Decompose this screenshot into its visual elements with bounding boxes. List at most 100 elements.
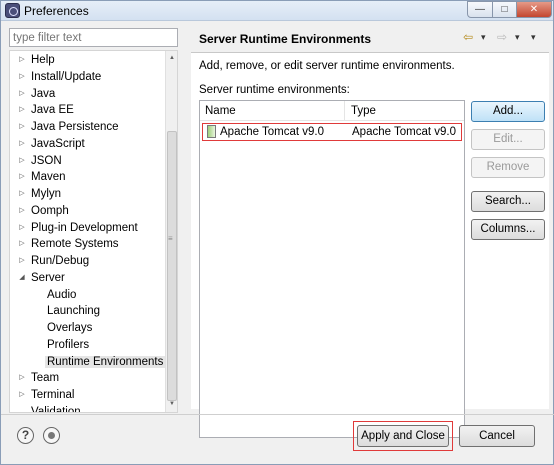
table-row[interactable]: Apache Tomcat v9.0 Apache Tomcat v9.0 — [202, 123, 462, 141]
panel-header: Server Runtime Environments ⇦ ▾ ⇨ ▾ ▾ — [191, 24, 549, 51]
scroll-up-arrow-icon[interactable]: ▲ — [168, 53, 176, 63]
tree-item-label: Launching — [47, 305, 101, 318]
back-menu-icon[interactable]: ▾ — [481, 32, 486, 48]
tree-item[interactable]: ▷ JavaScript — [19, 136, 85, 152]
tree-item-label: Audio — [47, 288, 77, 301]
tree-item-label: Java EE — [31, 104, 74, 117]
tree-item[interactable]: Runtime Environments — [45, 354, 166, 370]
tree-item[interactable]: ▷ Install/Update — [19, 69, 102, 85]
tree-item-label: Plug-in Development — [31, 221, 138, 234]
maximize-button[interactable]: □ — [492, 1, 517, 18]
apply-and-close-button[interactable]: Apply and Close — [357, 425, 449, 447]
tree-item-label: Java Persistence — [31, 121, 119, 133]
tree-item-label: Maven — [31, 171, 66, 184]
expand-arrow-icon[interactable]: ▷ — [18, 370, 26, 386]
tree-item[interactable]: ▷ Plug-in Development — [19, 220, 138, 236]
expand-arrow-icon[interactable]: ▷ — [18, 236, 26, 252]
title-bar: Preferences — □ ✕ — [1, 1, 553, 21]
expand-arrow-icon[interactable]: ▷ — [18, 220, 26, 236]
expand-arrow-icon[interactable]: ▷ — [18, 186, 26, 202]
runtime-jar-icon — [207, 125, 216, 138]
scrollbar-thumb[interactable] — [167, 131, 177, 401]
footer-divider — [1, 414, 554, 415]
tree-item-label: Team — [31, 372, 60, 385]
search-button[interactable]: Search... — [471, 191, 545, 212]
expand-arrow-icon[interactable]: ▷ — [18, 169, 26, 185]
view-menu-icon[interactable]: ▾ — [531, 32, 536, 48]
scrollbar-grip-icon: ≡ — [168, 234, 173, 243]
add-button[interactable]: Add... — [471, 101, 545, 122]
edit-button[interactable]: Edit... — [471, 129, 545, 150]
expand-arrow-icon[interactable]: ▷ — [18, 102, 26, 118]
preferences-tree: Validation ▷ Terminal ▷ Team Runtime Environm… — [9, 50, 178, 413]
tree-item-label: Remote Systems — [31, 238, 119, 251]
expand-arrow-icon[interactable]: ▷ — [18, 86, 26, 102]
tree-item-label: Install/Update — [31, 70, 102, 83]
back-arrow-icon[interactable]: ⇦ — [463, 30, 473, 46]
collapse-arrow-icon[interactable]: ◢ — [18, 270, 26, 286]
tree-item[interactable]: ▷ Mylyn — [19, 186, 62, 202]
tree-item[interactable]: ▷ Help — [19, 52, 55, 68]
filter-input[interactable] — [9, 28, 178, 47]
tree-item[interactable]: ▷ JSON — [19, 153, 61, 169]
tree-item[interactable]: ▷ Oomph — [19, 203, 69, 219]
tree-item[interactable]: ▷ Team — [19, 370, 60, 386]
close-button[interactable]: ✕ — [516, 1, 552, 18]
scroll-down-arrow-icon[interactable]: ▼ — [168, 399, 176, 409]
tree-item-label: Java — [31, 87, 56, 100]
expand-arrow-icon[interactable]: ▷ — [18, 253, 26, 269]
tree-item-label: Oomph — [31, 204, 69, 217]
tree-scrollbar[interactable]: ▲ ≡ ▼ — [165, 51, 177, 412]
tree-item[interactable]: Audio — [47, 287, 76, 303]
tree-item-label: Server — [31, 271, 65, 284]
columns-button[interactable]: Columns... — [471, 219, 545, 240]
panel-body: Add, remove, or edit server runtime envi… — [191, 53, 549, 438]
preferences-window: Preferences — □ ✕ Validation ▷ Terminal ▷ Te… — [0, 0, 554, 465]
expand-arrow-icon[interactable]: ▷ — [18, 119, 26, 135]
tree-item-label: JavaScript — [31, 137, 85, 150]
tree-item-label: Profilers — [47, 338, 90, 351]
expand-arrow-icon[interactable]: ▷ — [18, 52, 26, 68]
tree-item-label: Overlays — [47, 322, 93, 334]
tree-item[interactable]: Overlays — [47, 320, 92, 336]
expand-arrow-icon[interactable]: ▷ — [18, 69, 26, 85]
column-header-type[interactable]: Type — [351, 105, 376, 117]
window-title: Preferences — [24, 4, 89, 18]
forward-menu-icon[interactable]: ▾ — [515, 32, 520, 48]
tree-item[interactable]: ▷ Java — [19, 86, 56, 102]
tree-item-label: Help — [31, 54, 55, 66]
record-icon[interactable] — [43, 427, 60, 444]
tree-item[interactable]: Profilers — [47, 337, 89, 353]
forward-arrow-icon[interactable]: ⇨ — [497, 30, 507, 46]
column-header-name[interactable]: Name — [205, 105, 236, 117]
tree-item[interactable]: ◢ Server — [19, 270, 65, 286]
runtimes-list-label: Server runtime environments: — [199, 84, 350, 96]
expand-arrow-icon[interactable]: ▷ — [18, 136, 26, 152]
expand-arrow-icon[interactable]: ▷ — [18, 153, 26, 169]
tree-item-label: Run/Debug — [31, 255, 90, 267]
tree-item[interactable]: Validation — [31, 404, 81, 413]
tree-item-label: Terminal — [31, 389, 75, 401]
table-header: Name Type — [200, 101, 464, 121]
tree-item[interactable]: ▷ Run/Debug — [19, 253, 90, 269]
eclipse-app-icon — [5, 3, 20, 18]
tree-item-label: Runtime Environments — [45, 355, 166, 368]
expand-arrow-icon[interactable]: ▷ — [18, 387, 26, 403]
expand-arrow-icon[interactable]: ▷ — [18, 203, 26, 219]
tree-item[interactable]: Launching — [47, 303, 100, 319]
runtime-type-cell: Apache Tomcat v9.0 — [352, 126, 456, 138]
help-icon[interactable]: ? — [17, 427, 34, 444]
tree-item[interactable]: ▷ Java Persistence — [19, 119, 119, 135]
tree-item[interactable]: ▷ Terminal — [19, 387, 75, 403]
remove-button[interactable]: Remove — [471, 157, 545, 178]
tree-item-label: Validation — [31, 405, 81, 413]
tree-item-label: Mylyn — [31, 188, 62, 200]
page-description: Add, remove, or edit server runtime envi… — [199, 60, 455, 72]
page-title: Server Runtime Environments — [199, 32, 372, 46]
tree-item[interactable]: ▷ Java EE — [19, 102, 74, 118]
tree-item[interactable]: ▷ Remote Systems — [19, 236, 119, 252]
minimize-button[interactable]: — — [467, 1, 493, 18]
runtimes-table[interactable]: Name Type Apache Tomcat v9.0 Apache Tomc… — [199, 100, 465, 438]
cancel-button[interactable]: Cancel — [459, 425, 535, 447]
tree-item[interactable]: ▷ Maven — [19, 169, 66, 185]
